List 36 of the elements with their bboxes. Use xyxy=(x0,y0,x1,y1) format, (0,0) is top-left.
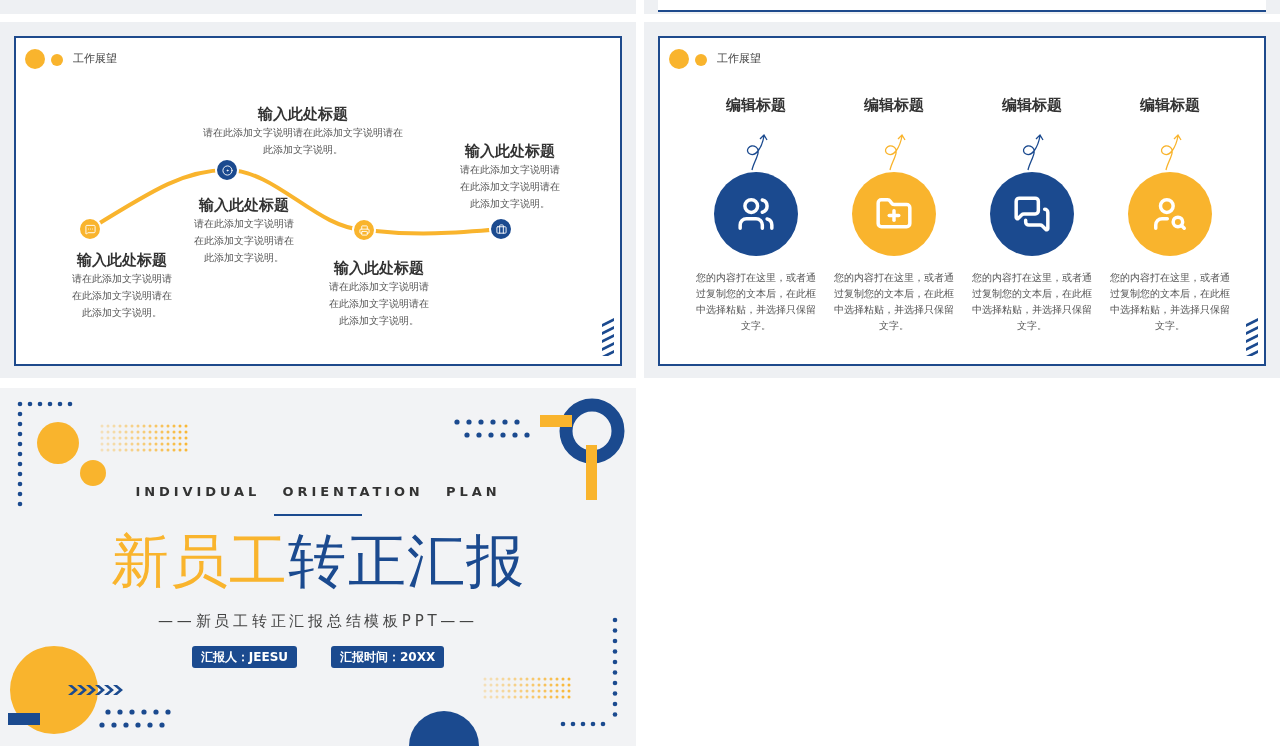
block-title: 输入此处标题 xyxy=(199,195,289,215)
node-icon xyxy=(358,224,370,236)
block-text: 请在此添加文字说明请在此添加文字说明请在此添加文字说明。 xyxy=(71,272,173,320)
block-title: 输入此处标题 xyxy=(77,250,167,270)
stripes-icon xyxy=(602,318,614,356)
info-badge: 汇报人：JEESU xyxy=(191,646,297,668)
block-text: 请在此添加文字说明请在此添加文字说明请在此添加文字说明。 xyxy=(328,280,430,328)
node-icon xyxy=(221,164,233,176)
title-word: 新员工 xyxy=(110,526,289,595)
column-title: 编辑标题 xyxy=(1140,95,1200,115)
block-text: 请在此添加文字说明请在此添加文字说明请在此添加文字说明。 xyxy=(459,163,561,211)
column-text: 您的内容打在这里，或者通过复制您的文本后，在此框中选择粘贴，并选择只保留文字。 xyxy=(833,271,955,333)
feature-icon xyxy=(737,195,775,233)
info-badge: 汇报时间：20XX xyxy=(331,646,445,668)
half-circle-drawing xyxy=(409,711,479,746)
title-word: 转正汇报 xyxy=(288,526,526,595)
slide-header: 工作展望 xyxy=(717,50,761,67)
block-title: 输入此处标题 xyxy=(258,104,348,124)
subtitle-text: ——新员工转正汇报总结模板PPT—— xyxy=(158,610,478,632)
kicker-text: INDIVIDUAL ORIENTATION PLAN xyxy=(135,483,501,501)
slide-header: 工作展望 xyxy=(73,50,117,67)
column-text: 您的内容打在这里，或者通过复制您的文本后，在此框中选择粘贴，并选择只保留文字。 xyxy=(1109,271,1231,333)
node-icon xyxy=(84,223,96,235)
node-icon xyxy=(495,223,507,235)
column-title: 编辑标题 xyxy=(726,95,786,115)
feature-icon xyxy=(1151,195,1189,233)
column-title: 编辑标题 xyxy=(1002,95,1062,115)
block-title: 输入此处标题 xyxy=(334,258,424,278)
column-title: 编辑标题 xyxy=(864,95,924,115)
column-text: 您的内容打在这里，或者通过复制您的文本后，在此框中选择粘贴，并选择只保留文字。 xyxy=(971,271,1093,333)
stripes-icon xyxy=(1246,318,1258,356)
column-text: 您的内容打在这里，或者通过复制您的文本后，在此框中选择粘贴，并选择只保留文字。 xyxy=(695,271,817,333)
feature-icon xyxy=(1013,195,1051,233)
block-text: 请在此添加文字说明请在此添加文字说明请在此添加文字说明。 xyxy=(193,217,295,265)
block-text: 请在此添加文字说明请在此添加文字说明请在此添加文字说明。 xyxy=(202,126,404,157)
block-title: 输入此处标题 xyxy=(465,141,555,161)
